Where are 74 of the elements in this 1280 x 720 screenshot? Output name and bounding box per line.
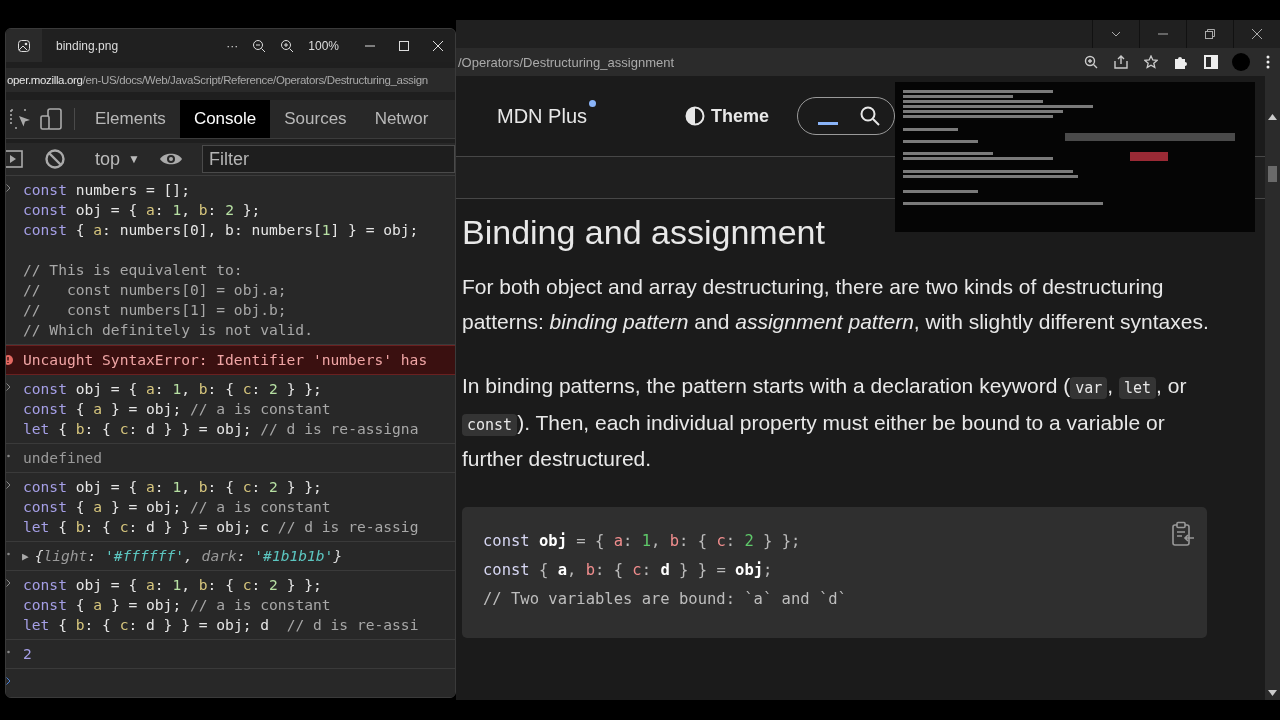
result-icon — [6, 550, 11, 558]
code-line: const obj = { a: 1, b: { c: 2 } }; — [22, 379, 323, 399]
code-line: const { a } = obj; // a is constant — [22, 497, 332, 517]
share-icon[interactable] — [1114, 55, 1128, 69]
restore-icon[interactable] — [1205, 29, 1215, 39]
kebab-menu-icon[interactable] — [1266, 55, 1270, 69]
file-name: binding.png — [56, 38, 120, 53]
filter-field[interactable]: Filter — [201, 145, 455, 173]
code-line: // Two variables are bound: `a` and `d` — [483, 588, 848, 610]
result-value: {light: '#ffffff', dark: '#1b1b1b'} — [33, 546, 343, 566]
star-icon[interactable] — [1144, 55, 1158, 69]
devtools-tab[interactable]: Sources — [270, 100, 361, 138]
search-icon — [860, 106, 881, 126]
paragraph: In binding patterns, the pattern starts with a declaration keyword ( var , let , or const ). Then, each individual property must either be bound to a variable or further destructured. — [462, 373, 1188, 472]
eye-icon[interactable] — [158, 151, 183, 167]
result-icon — [6, 648, 11, 656]
code-line: const { a: numbers[0], b: numbers[1] } = obj; — [22, 220, 420, 240]
code-line: const { a } = obj; // a is constant — [22, 399, 332, 419]
text-cursor — [818, 121, 839, 125]
code-line: let { b: { c: d } } = obj; c // d is re-assig — [22, 517, 420, 537]
scroll-down-icon[interactable] — [1268, 690, 1277, 696]
clipboard-icon[interactable] — [1171, 520, 1195, 547]
code-line: const obj = { a: 1, b: { c: 2 } }; — [22, 575, 323, 595]
prompt-icon[interactable] — [6, 677, 11, 685]
code-line: const obj = { a: 1, b: { c: 2 } }; — [483, 530, 802, 552]
device-icon[interactable] — [40, 108, 64, 130]
prompt-icon — [6, 383, 11, 391]
inspect-icon[interactable] — [10, 108, 32, 130]
close-icon[interactable] — [1252, 29, 1262, 39]
prompt-icon — [6, 481, 11, 489]
zoom-in-icon[interactable] — [280, 38, 295, 53]
notification-dot — [589, 99, 596, 107]
code-line: const { a, b: { c: d } } = obj; — [483, 559, 774, 581]
scrollbar[interactable] — [1265, 76, 1280, 700]
code-line: let { b: { c: d } } = obj; d // d is re-assi — [22, 615, 420, 635]
theme-button[interactable]: Theme — [679, 104, 776, 128]
devtools-tab[interactable]: Networ — [360, 100, 443, 138]
zoom-level: 100% — [308, 38, 339, 53]
error-message: Uncaught SyntaxError: Identifier 'numbers' has — [22, 350, 429, 370]
devtools-tab[interactable]: Elements — [81, 100, 180, 138]
sidebar-icon[interactable] — [1204, 55, 1218, 69]
chevron-down-icon[interactable] — [1111, 29, 1121, 39]
image-icon — [17, 38, 31, 53]
address-text: oper.mozilla.org/en-US/docs/Web/JavaScript/Reference/Operators/Destructuring_assign — [6, 68, 455, 92]
prompt-icon — [6, 579, 11, 587]
code-line: // This is equivalent to: — [22, 260, 244, 280]
devtools-tab[interactable]: Console — [179, 100, 271, 138]
context-select[interactable]: top ▼ — [89, 148, 146, 170]
result-icon — [6, 452, 11, 460]
expand-toggle[interactable]: ▶ — [22, 549, 29, 563]
code-line: // const numbers[0] = obj.a; — [22, 280, 288, 300]
mdn-plus-link[interactable]: MDN Plus — [497, 104, 587, 128]
zoom-out-icon[interactable] — [252, 38, 267, 53]
code-line: let { b: { c: d } } = obj; // d is re-assigna — [22, 419, 420, 439]
code-line: // Which definitely is not valid. — [22, 320, 314, 340]
code-line: const numbers = []; — [22, 180, 191, 200]
zoom-icon[interactable] — [1084, 55, 1098, 69]
clear-icon[interactable] — [44, 148, 66, 170]
code-line: const obj = { a: 1, b: 2 }; — [22, 200, 262, 220]
scrollbar-thumb[interactable] — [1268, 166, 1277, 182]
puzzle-icon[interactable] — [1174, 55, 1188, 69]
code-line: // const numbers[1] = obj.b; — [22, 300, 288, 320]
code-line: const { a } = obj; // a is constant — [22, 595, 332, 615]
prompt-icon — [6, 184, 11, 192]
result-value: 2 — [22, 644, 32, 664]
code-line: const obj = { a: 1, b: { c: 2 } }; — [22, 477, 323, 497]
scroll-up-icon[interactable] — [1268, 114, 1277, 120]
article-title: Binding and assignment — [462, 213, 826, 252]
paragraph: For both object and array destructuring, there are two kinds of destructuring patterns: binding pattern and assignment pattern, with slightly different syntaxes. — [462, 274, 1210, 335]
result-value: undefined — [22, 448, 103, 468]
theme-icon — [685, 106, 705, 126]
more-button[interactable]: ··· — [226, 38, 239, 53]
address-text: /Operators/Destructuring_assignment — [457, 54, 676, 70]
maximize-icon[interactable] — [399, 40, 409, 51]
